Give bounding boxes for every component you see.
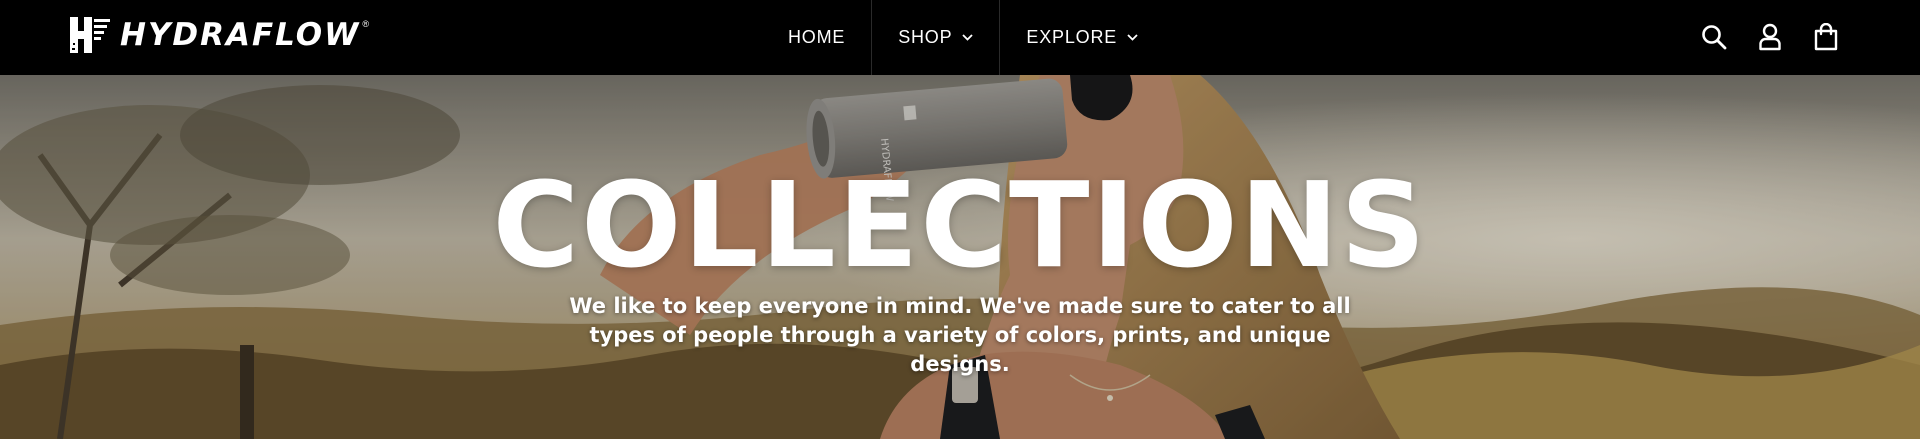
site-header: HYDRAFLOW ® HOME SHOP EXPLORE: [0, 0, 1920, 75]
account-button[interactable]: [1756, 22, 1784, 52]
search-button[interactable]: [1700, 22, 1728, 52]
account-icon: [1759, 23, 1781, 51]
search-icon: [1702, 25, 1727, 50]
chevron-down-icon: [962, 34, 974, 41]
hydraflow-h-logo-icon: [70, 17, 110, 53]
nav-item-label: EXPLORE: [1026, 27, 1118, 47]
cart-icon: [1814, 23, 1838, 51]
brand-logo[interactable]: HYDRAFLOW ®: [70, 17, 369, 53]
nav-item-label: SHOP: [898, 27, 953, 47]
nav-item-home[interactable]: HOME: [762, 0, 873, 75]
registered-mark: ®: [362, 19, 369, 29]
nav-item-label: HOME: [788, 27, 846, 47]
chevron-down-icon: [1127, 34, 1138, 41]
collections-hero: HYDRAFLOW COLLECTIONS We like to keep ev…: [0, 75, 1920, 439]
nav-item-explore[interactable]: EXPLORE: [1000, 0, 1164, 75]
nav-item-shop[interactable]: SHOP: [872, 0, 1001, 75]
hero-title: COLLECTIONS: [492, 156, 1428, 294]
hero-subtitle: We like to keep everyone in mind. We've …: [569, 294, 1351, 376]
brand-name: HYDRAFLOW: [120, 17, 361, 53]
header-icons: [1700, 22, 1840, 52]
main-nav: HOME SHOP EXPLORE: [762, 0, 1164, 75]
cart-button[interactable]: [1812, 22, 1840, 52]
